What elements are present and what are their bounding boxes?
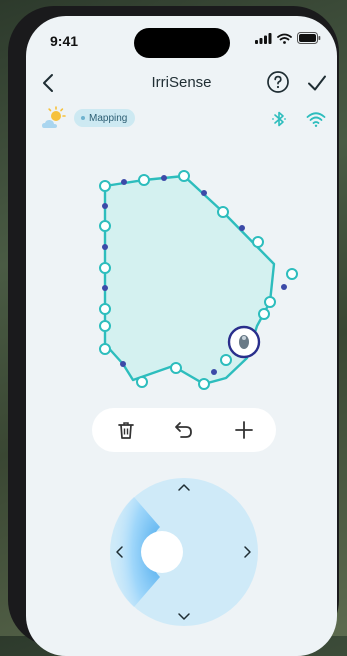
boundary-node[interactable] <box>258 308 270 320</box>
path-marker <box>201 190 207 196</box>
boundary-node[interactable] <box>99 180 111 192</box>
boundary-node[interactable] <box>264 296 276 308</box>
boundary-node[interactable] <box>220 354 232 366</box>
path-marker <box>102 244 108 250</box>
plus-icon[interactable] <box>232 418 256 442</box>
wifi-status-icon <box>277 33 292 44</box>
phone-frame: 9:41 IrriSense Mapping <box>8 6 339 656</box>
boundary-node[interactable] <box>178 170 190 182</box>
joystick-thumb[interactable] <box>141 531 183 573</box>
path-marker <box>121 179 127 185</box>
partly-sunny-icon <box>42 106 66 128</box>
checkmark-icon[interactable] <box>306 72 328 94</box>
device-status-bar: Mapping <box>26 106 337 136</box>
question-circle-icon[interactable] <box>266 70 290 94</box>
mode-badge: Mapping <box>74 109 136 127</box>
boundary-node[interactable] <box>170 362 182 374</box>
status-bar: 9:41 <box>26 16 337 58</box>
boundary-node[interactable] <box>99 343 111 355</box>
boundary-node[interactable] <box>252 236 264 248</box>
battery-icon <box>297 32 321 44</box>
nav-bar: IrriSense <box>26 66 337 100</box>
device-location-marker[interactable] <box>227 325 261 359</box>
map-toolbar <box>92 408 276 452</box>
mode-badge-label: Mapping <box>89 112 128 124</box>
undo-icon[interactable] <box>172 418 196 442</box>
boundary-map[interactable] <box>26 146 337 406</box>
path-marker <box>281 284 287 290</box>
boundary-node[interactable] <box>198 378 210 390</box>
path-marker <box>211 369 217 375</box>
boundary-node[interactable] <box>217 206 229 218</box>
boundary-node[interactable] <box>99 262 111 274</box>
app-screen: 9:41 IrriSense Mapping <box>26 16 337 656</box>
boundary-node[interactable] <box>136 376 148 388</box>
signal-icon <box>255 32 272 44</box>
boundary-node[interactable] <box>99 320 111 332</box>
status-time: 9:41 <box>50 33 79 49</box>
boundary-node[interactable] <box>99 303 111 315</box>
path-marker <box>102 203 108 209</box>
path-marker <box>239 225 245 231</box>
path-marker <box>161 175 167 181</box>
page-title: IrriSense <box>151 74 212 91</box>
bluetooth-icon[interactable] <box>270 110 288 128</box>
trash-icon[interactable] <box>114 418 138 442</box>
dynamic-island <box>134 28 230 58</box>
boundary-node[interactable] <box>286 268 298 280</box>
wifi-icon[interactable] <box>306 110 326 128</box>
path-marker <box>102 285 108 291</box>
badge-dot <box>81 116 85 120</box>
boundary-node[interactable] <box>138 174 150 186</box>
status-icons <box>255 32 321 44</box>
path-marker <box>120 361 126 367</box>
boundary-node[interactable] <box>99 220 111 232</box>
joystick-control[interactable] <box>26 456 337 656</box>
